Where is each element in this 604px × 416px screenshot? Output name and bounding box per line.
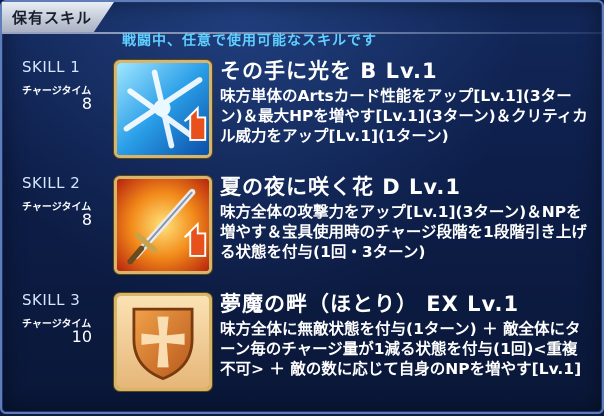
shield-invincible-icon[interactable]	[114, 293, 212, 391]
skill-row-3[interactable]: SKILL 3 チャージタイム 10 夢魔の畔（ほとり） EX Lv.1 味方全…	[2, 291, 602, 416]
skill-row-2[interactable]: SKILL 2 チャージタイム 8 夏の夜に咲く花 D Lv.1 味方全体の攻撃…	[2, 174, 602, 299]
arts-up-icon[interactable]	[114, 60, 212, 158]
skill-name: 夢魔の畔（ほとり） EX Lv.1	[220, 292, 520, 316]
charge-time-value: 10	[71, 327, 92, 346]
skill-description: 味方全体に無敵状態を付与(1ターン) ＋ 敵全体にターン毎のチャージ量が1減る状…	[220, 320, 582, 378]
sword-attack-up-icon[interactable]	[114, 176, 212, 274]
skill-slot-label: SKILL 1	[22, 58, 81, 76]
charge-time-value: 8	[81, 210, 92, 229]
panel-title: 保有スキル	[12, 9, 93, 27]
charge-time-value: 8	[81, 94, 92, 113]
skill-description: 味方単体のArtsカード性能をアップ[Lv.1](3ターン)＆最大HPを増やす[…	[220, 87, 588, 145]
skill-name: その手に光を B Lv.1	[220, 59, 438, 83]
skill-name: 夏の夜に咲く花 D Lv.1	[220, 175, 462, 199]
skill-slot-label: SKILL 3	[22, 291, 81, 309]
skill-row-1[interactable]: SKILL 1 チャージタイム 8 その手に光を B Lv.1 味方単体のArt…	[2, 58, 602, 183]
skill-panel: 保有スキル 戦闘中、任意で使用可能なスキルです SKILL 1 チャージタイム …	[0, 0, 604, 414]
skill-description: 味方全体の攻撃力をアップ[Lv.1](3ターン)＆NPを増やす＆宝具使用時のチャ…	[220, 203, 587, 261]
skill-slot-label: SKILL 2	[22, 174, 81, 192]
panel-subtitle: 戦闘中、任意で使用可能なスキルです	[122, 33, 377, 49]
